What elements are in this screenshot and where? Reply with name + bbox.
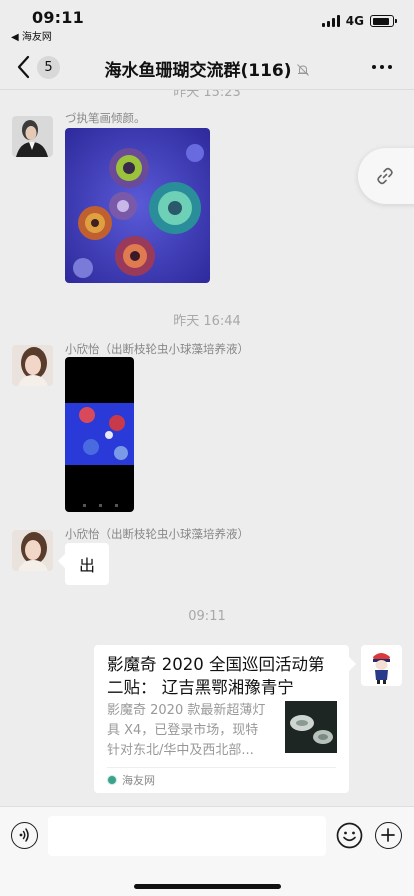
home-indicator[interactable] [134,884,281,889]
back-to-app-link[interactable]: ◀ 海友网 [11,28,52,43]
battery-icon [370,15,397,27]
plus-icon[interactable] [375,822,402,849]
image-message[interactable] [65,128,210,283]
status-bar: 09:11 ◀ 海友网 4G [0,0,414,44]
message-input[interactable] [48,816,326,856]
card-thumbnail [285,701,337,753]
source-name: 海友网 [122,774,155,787]
status-indicators: 4G [321,14,397,28]
emoji-icon[interactable] [336,822,363,849]
status-time: 09:11 [32,8,84,27]
sender-name: 小欣怡（出断枝轮虫小球藻培养液） [65,342,249,356]
link-card-message[interactable]: 影魔奇 2020 全国巡回活动第二贴： 辽吉黑鄂湘豫青宁 影魔奇 2020 款最… [94,645,349,793]
chat-area[interactable]: 昨天 15:23 づ执笔画倾颜。 昨天 16:44 小欣怡（出断枝轮虫小球藻培养… [0,90,414,806]
more-dots-icon[interactable] [372,65,392,69]
page-title: 海水鱼珊瑚交流群(116) [0,56,414,81]
source-logo-icon [107,775,117,785]
timestamp: 昨天 16:44 [173,314,241,329]
text-message[interactable]: 出 [65,543,110,585]
chat-header: 5 海水鱼珊瑚交流群(116) [0,44,414,90]
bell-muted-icon [296,64,309,76]
timestamp: 09:11 [188,609,226,624]
video-message[interactable] [65,357,134,512]
sender-name: 小欣怡（出断枝轮虫小球藻培养液） [65,527,249,541]
sender-name: づ执笔画倾颜。 [65,111,146,125]
avatar[interactable] [12,345,53,386]
network-label: 4G [345,14,364,28]
link-icon [377,167,393,185]
battery-level-fill [372,17,389,25]
voice-icon[interactable] [11,822,38,849]
card-title: 影魔奇 2020 全国巡回活动第二贴： 辽吉黑鄂湘豫青宁 [107,655,325,697]
timestamp: 昨天 15:23 [173,90,241,100]
avatar[interactable] [361,645,402,686]
card-description: 影魔奇 2020 款最新超薄灯具 X4，已登录市场，现特针对东北/华中及西北部.… [107,703,266,758]
card-source: 海友网 [107,772,155,788]
floating-link-button[interactable] [358,148,414,204]
divider [107,767,336,768]
avatar[interactable] [12,116,53,157]
avatar[interactable] [12,530,53,571]
message-text: 出 [79,556,96,575]
signal-icon [321,15,340,27]
input-bar [0,806,414,896]
group-name: 海水鱼珊瑚交流群(116) [104,61,292,81]
